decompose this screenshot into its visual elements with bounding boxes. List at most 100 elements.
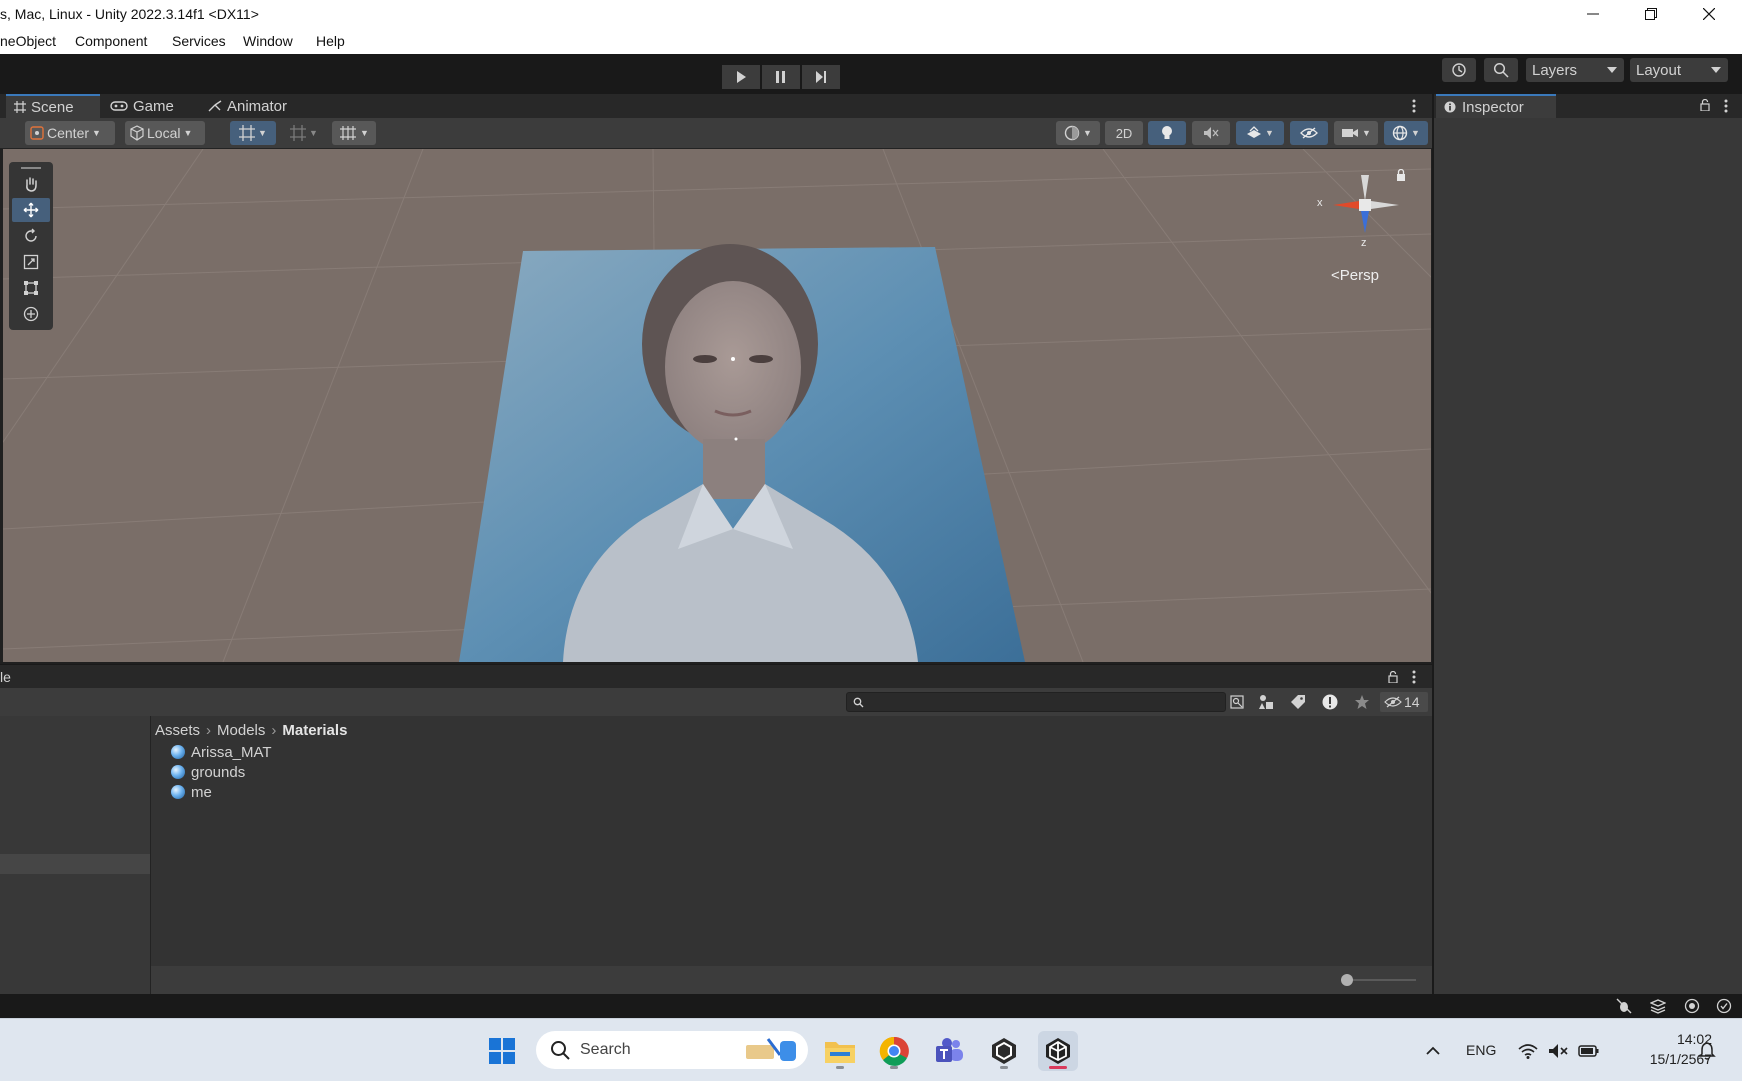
pivot-mode-label: Center (47, 125, 90, 141)
project-panel-header: le (0, 664, 1432, 689)
layers-dropdown[interactable]: Layers (1526, 58, 1624, 82)
menu-window[interactable]: Window (243, 33, 293, 49)
lock-icon[interactable] (1388, 671, 1398, 683)
audio-toggle[interactable] (1192, 121, 1230, 145)
inspector-body (1434, 118, 1742, 994)
search-by-type-filter-button[interactable] (1252, 692, 1280, 712)
step-button[interactable] (802, 65, 840, 89)
tab-animator[interactable]: Animator (208, 94, 308, 118)
gamepad-icon (110, 101, 128, 111)
taskbar-search-box[interactable]: Search (536, 1031, 808, 1069)
project-search-row: 14 (0, 688, 1432, 716)
more-options-icon[interactable] (1724, 99, 1728, 113)
lock-icon[interactable] (1700, 99, 1710, 111)
unity-hub-button[interactable] (984, 1031, 1024, 1071)
breadcrumb-models[interactable]: Models (217, 722, 265, 739)
search-button[interactable] (1484, 58, 1518, 82)
increment-snap-button[interactable]: ▼ (282, 121, 326, 145)
running-indicator (890, 1066, 898, 1069)
increment-snap-icon (290, 125, 307, 141)
scene-visibility-toggle[interactable] (1290, 121, 1328, 145)
tag-icon (1291, 695, 1305, 709)
wifi-icon[interactable] (1518, 1043, 1538, 1059)
effects-icon (1247, 126, 1262, 138)
notification-bell-icon[interactable] (1698, 1042, 1716, 1060)
icon-size-slider-thumb[interactable] (1341, 974, 1353, 986)
play-button[interactable] (722, 65, 760, 89)
minimize-button[interactable] (1564, 0, 1622, 28)
more-options-icon[interactable] (1412, 670, 1416, 684)
debug-off-icon[interactable] (1616, 998, 1632, 1014)
unity-editor-button[interactable] (1038, 1031, 1078, 1071)
asset-name: me (191, 783, 212, 801)
chevron-up-icon[interactable] (1426, 1046, 1440, 1055)
check-circle-icon[interactable] (1716, 998, 1732, 1014)
pivot-mode-dropdown[interactable]: Center ▼ (25, 121, 115, 145)
tab-game[interactable]: Game (110, 94, 190, 118)
file-explorer-button[interactable] (820, 1031, 860, 1071)
minimize-icon (1587, 13, 1599, 15)
grid-visibility-dropdown[interactable]: ▼ (332, 121, 376, 145)
gizmo-x-label: x (1317, 197, 1323, 209)
projection-toggle[interactable]: <Persp (1331, 267, 1379, 284)
transform-tool-button[interactable] (12, 302, 50, 326)
lock-icon[interactable] (1396, 169, 1406, 181)
hand-tool-button[interactable] (12, 172, 50, 196)
hidden-packages-toggle[interactable]: 14 (1380, 692, 1428, 712)
menu-gameobject[interactable]: neObject (0, 33, 56, 49)
move-tool-button[interactable] (12, 198, 50, 222)
tab-inspector[interactable]: Inspector (1436, 94, 1556, 118)
search-by-type-button[interactable] (1226, 692, 1248, 712)
project-search-input[interactable] (846, 692, 1226, 712)
breadcrumb-separator-icon: › (271, 721, 277, 739)
palette-drag-handle[interactable] (21, 167, 41, 169)
search-by-label-button[interactable] (1284, 692, 1312, 712)
log-types-button[interactable] (1316, 692, 1344, 712)
clock-date[interactable]: 15/1/2567 (1612, 1051, 1712, 1067)
progress-ring-icon[interactable] (1684, 998, 1700, 1014)
menu-bar: neObject Component Services Window Help (0, 28, 1742, 54)
selected-folder-row[interactable] (0, 854, 150, 874)
menu-services[interactable]: Services (172, 33, 226, 49)
volume-muted-icon[interactable] (1548, 1043, 1568, 1059)
effects-dropdown[interactable]: ▼ (1236, 121, 1284, 145)
center-marker (734, 437, 738, 441)
chrome-button[interactable] (874, 1031, 914, 1071)
gizmos-dropdown[interactable]: ▼ (1384, 121, 1428, 145)
pause-button[interactable] (762, 65, 800, 89)
pivot-rotation-dropdown[interactable]: Local ▼ (125, 121, 205, 145)
icon-size-slider-track[interactable] (1346, 979, 1416, 981)
battery-icon[interactable] (1578, 1044, 1600, 1058)
close-button[interactable] (1680, 0, 1738, 28)
menu-help[interactable]: Help (316, 33, 345, 49)
camera-settings-dropdown[interactable]: ▼ (1334, 121, 1378, 145)
breadcrumb-assets[interactable]: Assets (155, 722, 200, 739)
language-indicator[interactable]: ENG (1466, 1042, 1496, 1058)
eye-slash-icon (1300, 127, 1318, 139)
menu-component[interactable]: Component (75, 33, 147, 49)
list-item[interactable]: me (171, 782, 212, 802)
scale-tool-button[interactable] (12, 250, 50, 274)
list-item[interactable]: grounds (171, 762, 245, 782)
history-button[interactable] (1442, 58, 1476, 82)
tab-scene[interactable]: Scene (6, 94, 100, 118)
layout-dropdown[interactable]: Layout (1630, 58, 1728, 82)
star-icon (1355, 695, 1369, 709)
start-button[interactable] (482, 1031, 522, 1071)
gizmo-z-label: z (1361, 237, 1367, 249)
cache-server-icon[interactable] (1650, 998, 1666, 1014)
breadcrumb-materials[interactable]: Materials (282, 722, 347, 739)
grid-snapping-toggle[interactable]: ▼ (230, 121, 276, 145)
list-item[interactable]: Arissa_MAT (171, 742, 272, 762)
more-options-icon[interactable] (1412, 99, 1416, 113)
rect-tool-button[interactable] (12, 276, 50, 300)
lighting-toggle[interactable] (1148, 121, 1186, 145)
running-indicator (836, 1066, 844, 1069)
favorites-button[interactable] (1348, 692, 1376, 712)
rotate-tool-button[interactable] (12, 224, 50, 248)
restore-button[interactable] (1622, 0, 1680, 28)
shading-mode-dropdown[interactable]: ▼ (1056, 121, 1100, 145)
scene-viewport[interactable]: x z <Persp (3, 149, 1431, 662)
teams-button[interactable] (929, 1031, 969, 1071)
2d-mode-toggle[interactable]: 2D (1105, 121, 1143, 145)
